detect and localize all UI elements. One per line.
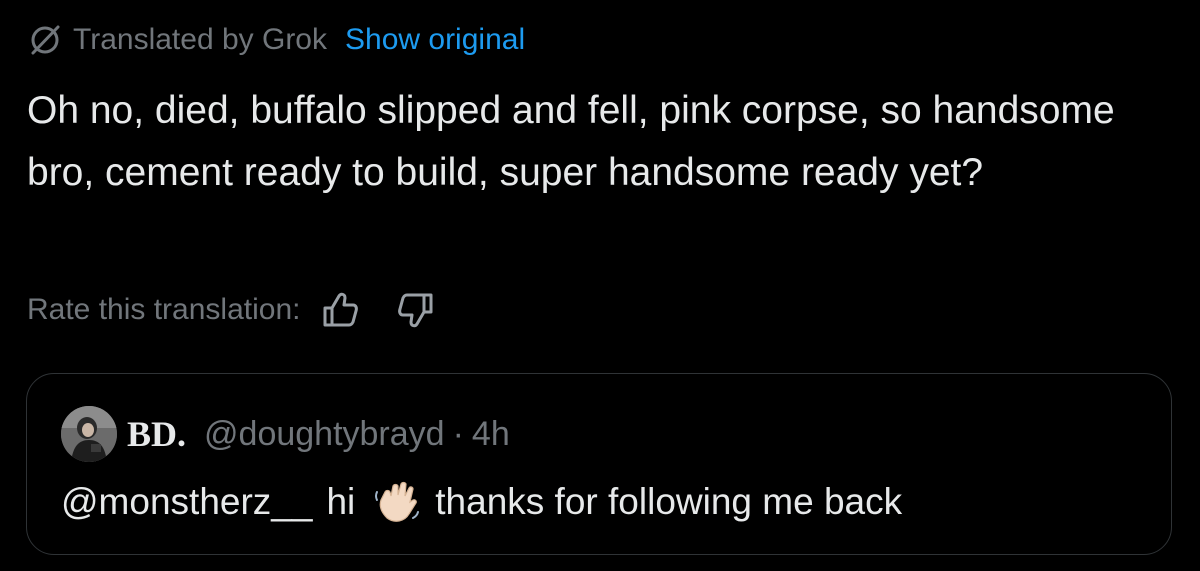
- thumbs-up-icon[interactable]: [320, 290, 360, 330]
- quoted-tweet-header: BD. @doughtybrayd · 4h: [61, 406, 510, 462]
- author-handle[interactable]: @doughtybrayd: [204, 415, 445, 454]
- quoted-tweet-body: @monstherz__ hi thanks for following me …: [61, 474, 902, 530]
- timestamp[interactable]: 4h: [472, 415, 510, 454]
- greeting-text: hi: [326, 481, 356, 522]
- translation-bar: Translated by Grok Show original: [27, 20, 525, 60]
- waving-hand-icon: [373, 478, 421, 526]
- tweet-text: Oh no, died, buffalo slipped and fell, p…: [27, 89, 1115, 194]
- translated-by-label: Translated by Grok: [73, 23, 327, 56]
- grok-slash-icon: [27, 22, 63, 58]
- quoted-tweet-card[interactable]: BD. @doughtybrayd · 4h @monstherz__ hi t…: [26, 373, 1172, 555]
- quote-body-text: thanks for following me back: [435, 481, 903, 522]
- separator-dot: ·: [452, 414, 464, 453]
- author-name[interactable]: BD.: [127, 413, 186, 455]
- rate-translation-label: Rate this translation:: [27, 293, 301, 326]
- show-original-link[interactable]: Show original: [345, 23, 525, 57]
- mention-link[interactable]: @monstherz__: [61, 481, 312, 523]
- thumbs-down-icon[interactable]: [396, 290, 436, 330]
- avatar[interactable]: [61, 406, 117, 462]
- rate-translation-row: Rate this translation:: [27, 288, 436, 332]
